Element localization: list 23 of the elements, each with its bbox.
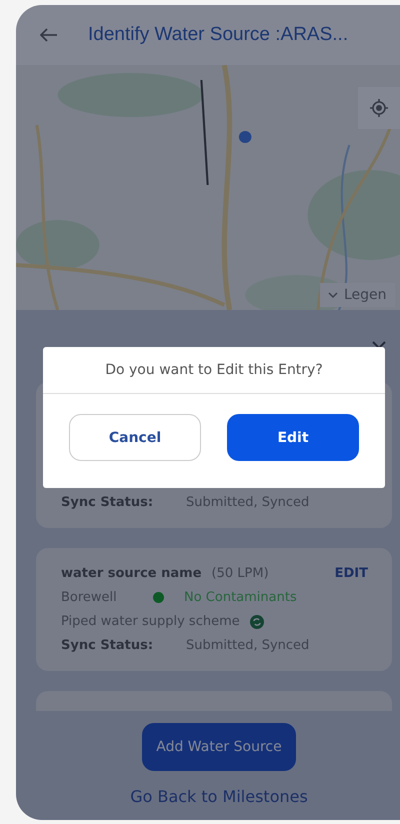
scheme-name: Piped water supply scheme [61,614,240,629]
sync-label: Sync Status: [61,495,154,510]
quality-status: No Contaminants [184,590,297,605]
flow-rate: (50 LPM) [212,566,269,581]
source-name: water source name [61,566,202,581]
location-target-icon [369,98,389,118]
sync-value: Submitted, Synced [186,495,310,510]
cancel-button[interactable]: Cancel [69,414,201,461]
dialog-message: Do you want to Edit this Entry? [43,347,385,394]
legend-toggle[interactable]: Legen [320,283,395,307]
screen-title: Identify Water Source :ARAS... [88,24,348,46]
chevron-icon[interactable] [372,340,386,350]
source-type: Borewell [61,590,118,605]
sync-value: Submitted, Synced [186,638,310,653]
sync-icon [250,614,264,628]
add-water-source-button[interactable]: Add Water Source [142,723,296,771]
back-to-milestones-link[interactable]: Go Back to Milestones [130,787,308,806]
my-location-button[interactable] [358,87,400,129]
chevron-icon [328,292,338,298]
back-icon[interactable] [40,28,58,42]
sync-label: Sync Status: [61,638,154,653]
edit-button[interactable]: EDIT [334,566,368,581]
edit-confirm-button[interactable]: Edit [227,414,359,461]
